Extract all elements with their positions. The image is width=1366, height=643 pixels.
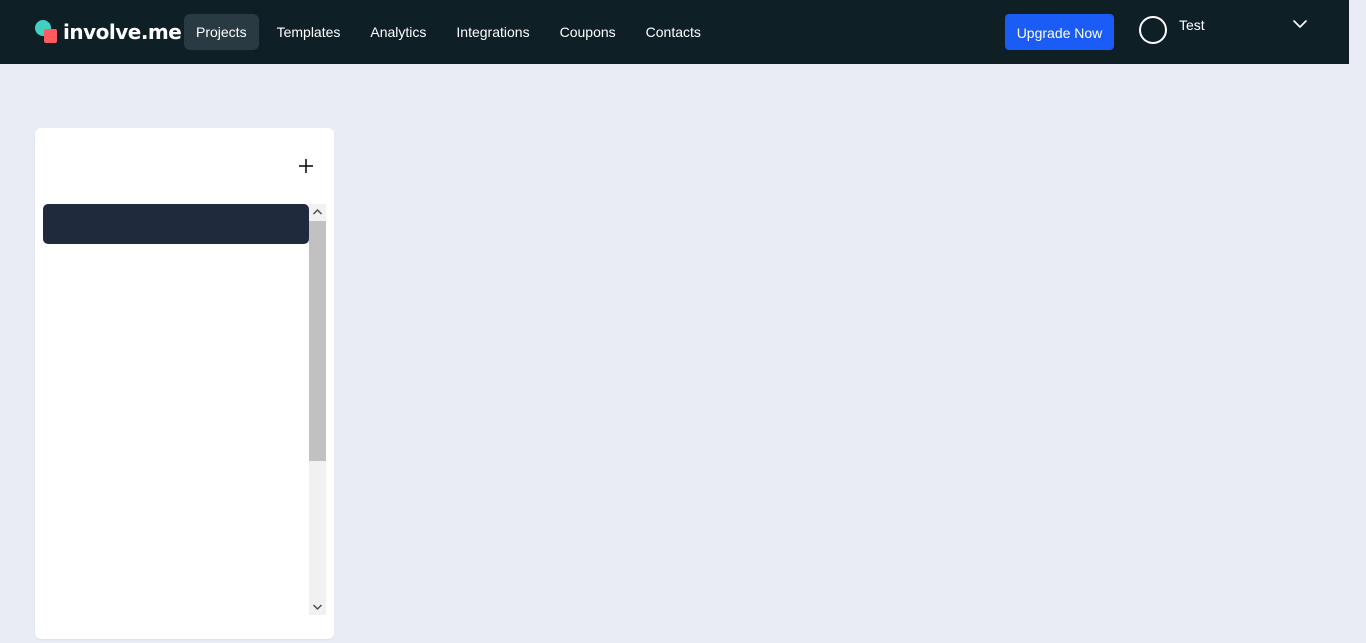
scroll-up-arrow-icon[interactable] [309, 204, 326, 221]
main-nav: Projects Templates Analytics Integration… [184, 14, 716, 50]
chevron-down-icon[interactable] [1292, 17, 1308, 31]
nav-analytics[interactable]: Analytics [355, 14, 441, 50]
nav-integrations[interactable]: Integrations [441, 14, 544, 50]
logo-mark-icon [35, 19, 59, 45]
logo-text: involve.me [63, 20, 182, 44]
scroll-down-arrow-icon[interactable] [309, 598, 326, 615]
logo[interactable]: involve.me [35, 19, 182, 45]
plus-icon[interactable] [296, 156, 316, 176]
nav-contacts[interactable]: Contacts [631, 14, 716, 50]
projects-sidebar-panel [35, 128, 334, 639]
nav-projects[interactable]: Projects [184, 14, 259, 50]
list-item-selected[interactable] [43, 204, 309, 244]
avatar-circle-icon[interactable] [1139, 16, 1167, 44]
panel-scrollbar[interactable] [309, 204, 326, 615]
nav-coupons[interactable]: Coupons [545, 14, 631, 50]
user-name[interactable]: Test [1179, 17, 1205, 33]
upgrade-now-button[interactable]: Upgrade Now [1005, 14, 1114, 50]
scrollbar-thumb[interactable] [309, 221, 326, 461]
top-navigation-bar: involve.me Projects Templates Analytics … [0, 0, 1349, 64]
nav-templates[interactable]: Templates [262, 14, 356, 50]
page-scroll-gutter [1349, 0, 1366, 643]
